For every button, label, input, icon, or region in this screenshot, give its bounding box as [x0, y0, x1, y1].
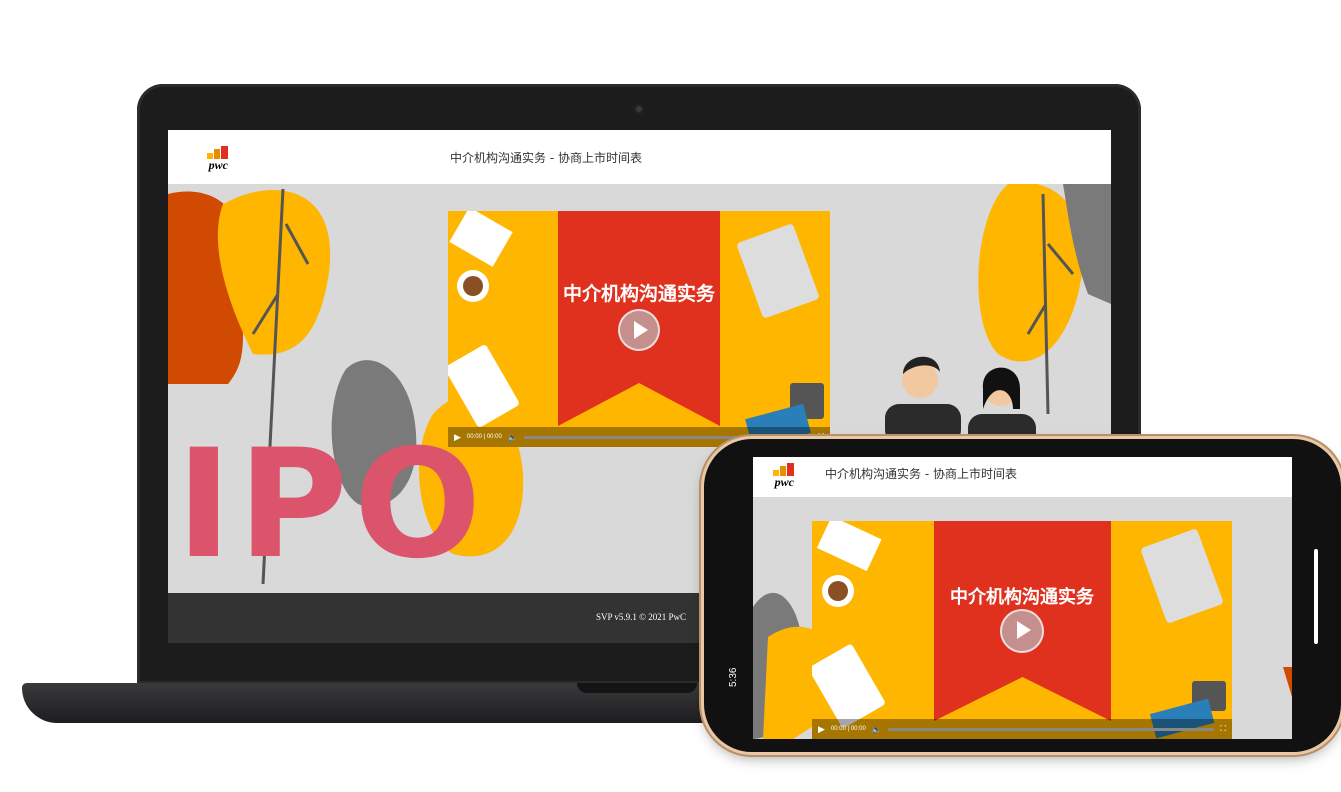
- footer-text: SVP v5.9.1 © 2021 PwC: [596, 612, 687, 622]
- video-player[interactable]: 中介机构沟通实务 ▶ 00:00 | 00:00 🔈 ⛶: [448, 211, 830, 447]
- video-time: 00:00 | 00:00: [466, 434, 502, 440]
- phone-control-play-icon[interactable]: ▶: [818, 724, 825, 735]
- phone-play-button[interactable]: [1000, 609, 1044, 653]
- home-indicator: [1314, 549, 1318, 644]
- phone-volume-icon[interactable]: 🔈: [872, 725, 882, 734]
- control-play-icon[interactable]: ▶: [454, 432, 461, 443]
- laptop-notch: [577, 683, 697, 693]
- play-button[interactable]: [618, 309, 660, 351]
- phone-fullscreen-icon[interactable]: ⛶: [1220, 724, 1226, 734]
- phone-screen: pwc 中介机构沟通实务 - 协商上市时间表 中介机构沟通实务 ▶ 00:00 …: [753, 457, 1292, 739]
- app-header: pwc 中介机构沟通实务 - 协商上市时间表: [168, 130, 1111, 184]
- video-title: 中介机构沟通实务: [562, 283, 715, 305]
- phone-video-time: 00:00 | 00:00: [830, 726, 866, 732]
- phone-progress-bar[interactable]: [887, 727, 1215, 731]
- phone-video-controls: ▶ 00:00 | 00:00 🔈 ⛶: [812, 719, 1232, 739]
- status-time: 5:36: [728, 667, 739, 687]
- phone-app-header: pwc 中介机构沟通实务 - 协商上市时间表: [753, 457, 1292, 497]
- ipo-hero-text: IPO: [176, 418, 488, 592]
- phone-pwc-logo: pwc: [773, 463, 794, 488]
- pwc-logo: pwc: [207, 146, 228, 171]
- page-title: 中介机构沟通实务 - 协商上市时间表: [450, 151, 642, 165]
- phone-video-title: 中介机构沟通实务: [950, 587, 1094, 608]
- phone-page-title: 中介机构沟通实务 - 协商上市时间表: [825, 467, 1017, 481]
- volume-icon[interactable]: 🔈: [508, 433, 518, 442]
- phone-frame: 5:36 pwc 中介机构沟通实务 - 协商上市时间表 中介机构沟通实务 ▶ 0…: [704, 439, 1341, 752]
- phone-video-player[interactable]: 中介机构沟通实务 ▶ 00:00 | 00:00 🔈 ⛶: [812, 521, 1232, 739]
- camera-icon: [634, 104, 644, 114]
